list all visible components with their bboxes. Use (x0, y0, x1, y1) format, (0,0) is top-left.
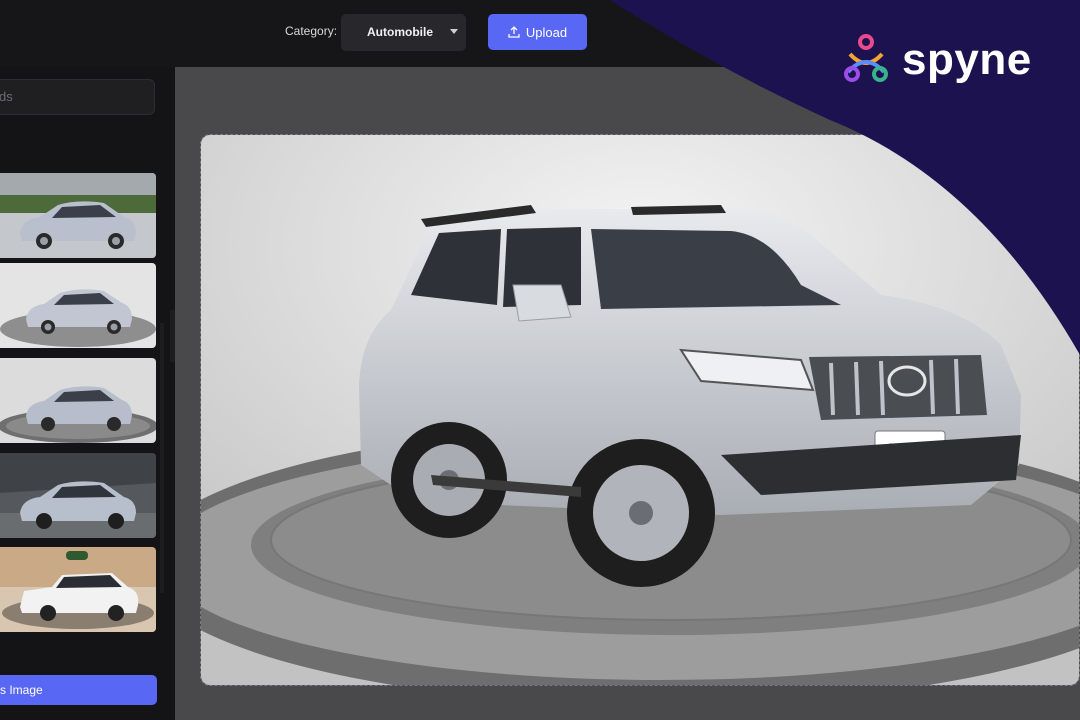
category-value: Automobile (367, 25, 433, 39)
car-thumbnail-image (0, 358, 156, 443)
image-sidebar: ds s Image (0, 67, 175, 720)
brand-name: spyne (902, 35, 1032, 84)
car-thumbnail-image (0, 453, 156, 538)
spyne-logo-icon (844, 34, 888, 82)
car-thumbnail-image (0, 547, 156, 632)
process-button-label: s Image (0, 683, 43, 697)
chevron-down-icon (450, 29, 458, 34)
car-thumbnail-image (0, 173, 156, 258)
category-select[interactable]: Automobile (341, 14, 466, 51)
search-input[interactable]: ds (0, 79, 155, 115)
upload-button[interactable]: Upload (488, 14, 587, 50)
thumbnail-item[interactable] (0, 263, 156, 348)
suv-main-image: spyne (201, 135, 1079, 685)
upload-label: Upload (525, 24, 568, 40)
upload-icon (508, 26, 520, 38)
thumbnail-item[interactable] (0, 358, 156, 443)
main-image-preview[interactable]: spyne (200, 134, 1080, 686)
sidebar-scrollbar[interactable] (160, 323, 164, 593)
car-thumbnail-image (0, 263, 156, 348)
process-image-button[interactable]: s Image (0, 675, 157, 705)
category-label: Category: (285, 24, 338, 38)
thumbnail-item[interactable] (0, 173, 156, 258)
thumbnail-item[interactable] (0, 453, 156, 538)
thumbnail-item[interactable] (0, 547, 156, 632)
search-placeholder: ds (0, 89, 13, 104)
spyne-logo: spyne (838, 32, 1032, 88)
